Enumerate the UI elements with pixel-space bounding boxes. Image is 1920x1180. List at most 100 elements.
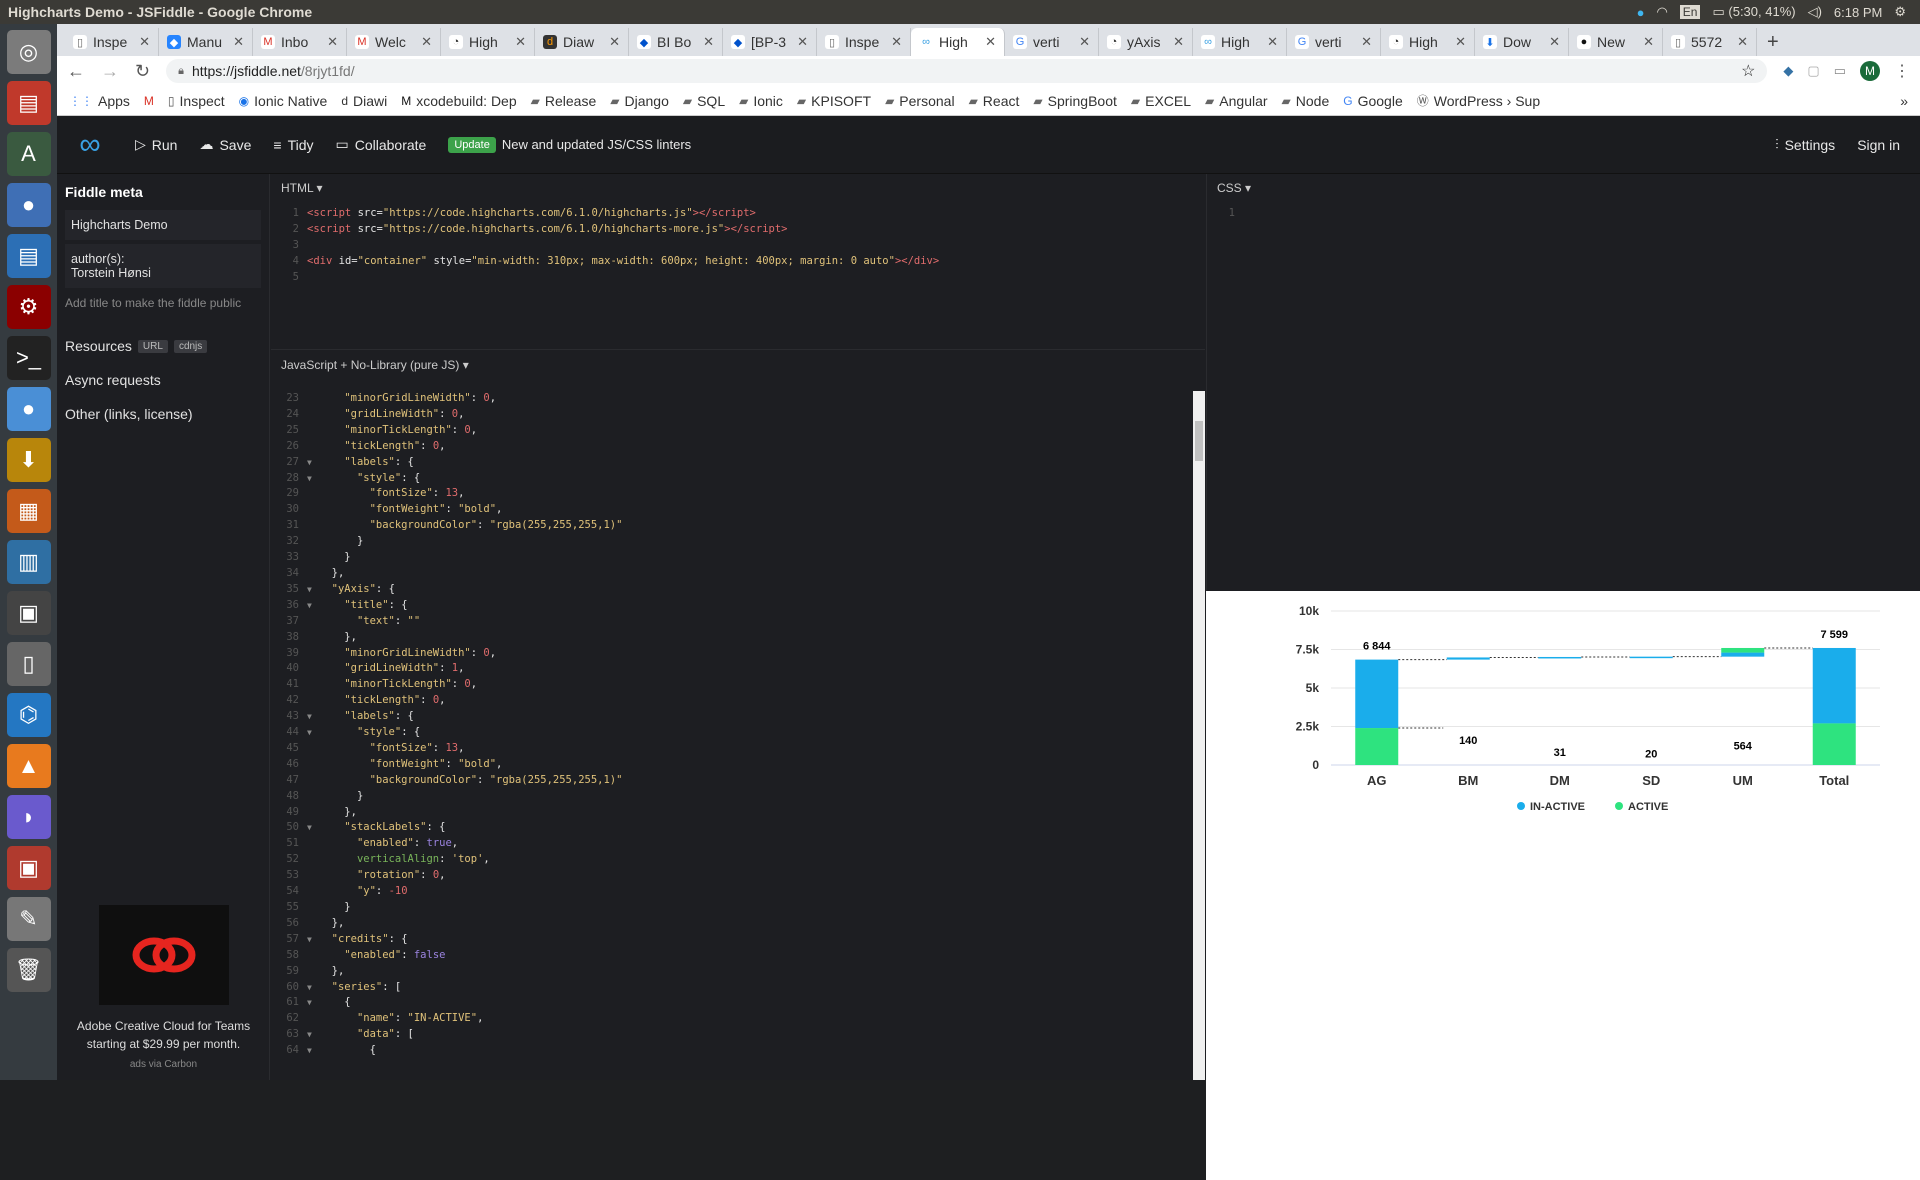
- tab-close-icon[interactable]: ✕: [703, 34, 714, 50]
- usb-creator-icon[interactable]: ▯: [6, 642, 51, 686]
- fold-arrow-icon[interactable]: ▼: [307, 455, 319, 471]
- bookmark-0[interactable]: ⋮⋮ Apps: [69, 93, 130, 109]
- fold-arrow-icon[interactable]: ▼: [307, 995, 319, 1011]
- resources-link[interactable]: Resources URL cdnjs: [65, 338, 261, 354]
- skype-icon[interactable]: ●: [1637, 5, 1645, 20]
- other-links-link[interactable]: Other (links, license): [65, 406, 261, 422]
- fold-arrow-icon[interactable]: [307, 661, 319, 677]
- run-button[interactable]: ▷ Run: [135, 136, 177, 153]
- tab-close-icon[interactable]: ✕: [421, 34, 432, 50]
- signin-button[interactable]: Sign in: [1857, 136, 1900, 153]
- address-bar[interactable]: 🔒︎ https://jsfiddle.net/8rjyt1fd/ ☆: [166, 59, 1768, 83]
- menu-dots-icon[interactable]: ⋮: [1894, 61, 1910, 81]
- cdnjs-chip[interactable]: cdnjs: [173, 339, 208, 353]
- reload-icon[interactable]: ↻: [135, 61, 150, 82]
- screenshot-icon[interactable]: ▣: [6, 591, 51, 635]
- forward-arrow-icon[interactable]: →: [101, 61, 119, 82]
- fold-arrow-icon[interactable]: [307, 423, 319, 439]
- fold-arrow-icon[interactable]: [307, 439, 319, 455]
- battery-status[interactable]: ▭ (5:30, 41%): [1712, 4, 1795, 20]
- tab-11[interactable]: ◔ yAxis ✕: [1099, 28, 1193, 56]
- css-panel[interactable]: CSS ▾ 1: [1206, 174, 1920, 591]
- chrome-icon[interactable]: ●: [6, 183, 51, 227]
- python-extension-icon[interactable]: ◆: [1783, 63, 1793, 79]
- tab-14[interactable]: ◔ High ✕: [1381, 28, 1475, 56]
- bookmark-13[interactable]: ▰ SpringBoot: [1033, 93, 1117, 109]
- tab-close-icon[interactable]: ✕: [609, 34, 620, 50]
- tab-6[interactable]: ◆ BI Bo ✕: [629, 28, 723, 56]
- tab-8[interactable]: ▯ Inspe ✕: [817, 28, 911, 56]
- fold-arrow-icon[interactable]: [307, 518, 319, 534]
- fold-arrow-icon[interactable]: [307, 693, 319, 709]
- bookmark-16[interactable]: ▰ Node: [1282, 93, 1330, 109]
- tab-close-icon[interactable]: ✕: [891, 34, 902, 50]
- fold-arrow-icon[interactable]: [307, 868, 319, 884]
- tab-10[interactable]: Gverti ✕: [1005, 28, 1099, 56]
- html-panel-label[interactable]: HTML ▾: [271, 174, 1205, 202]
- fold-arrow-icon[interactable]: [307, 502, 319, 518]
- tab-close-icon[interactable]: ✕: [327, 34, 338, 50]
- fold-arrow-icon[interactable]: [307, 614, 319, 630]
- tab-9[interactable]: ∞ High ✕: [911, 28, 1005, 56]
- tab-0[interactable]: ▯ Inspe ✕: [65, 28, 159, 56]
- power-gear-icon[interactable]: ⚙: [1894, 4, 1906, 20]
- bookmark-11[interactable]: ▰ Personal: [885, 93, 955, 109]
- fold-arrow-icon[interactable]: [307, 677, 319, 693]
- fold-arrow-icon[interactable]: [307, 900, 319, 916]
- tab-13[interactable]: Gverti ✕: [1287, 28, 1381, 56]
- bookmark-12[interactable]: ▰ React: [969, 93, 1020, 109]
- terminal-icon[interactable]: >_: [6, 336, 51, 380]
- bookmark-10[interactable]: ▰ KPISOFT: [797, 93, 871, 109]
- fold-arrow-icon[interactable]: ▼: [307, 471, 319, 487]
- software-updater-icon[interactable]: A: [6, 132, 51, 176]
- document-viewer-icon[interactable]: ▤: [6, 234, 51, 278]
- fold-arrow-icon[interactable]: ▼: [307, 820, 319, 836]
- remmina-icon[interactable]: ▣: [6, 846, 51, 890]
- jsfiddle-logo-icon[interactable]: ∞: [67, 128, 113, 161]
- fold-arrow-icon[interactable]: [307, 884, 319, 900]
- bookmark-4[interactable]: d Diawi: [341, 93, 387, 109]
- archive-manager-icon[interactable]: ⬇: [6, 438, 51, 482]
- impress-icon[interactable]: ▦: [6, 489, 51, 533]
- fold-arrow-icon[interactable]: ▼: [307, 598, 319, 614]
- extension-icon[interactable]: ▢: [1807, 63, 1819, 79]
- fold-arrow-icon[interactable]: [307, 534, 319, 550]
- vlc-icon[interactable]: ▲: [6, 744, 51, 788]
- tab-close-icon[interactable]: ✕: [1549, 34, 1560, 50]
- dolphin-icon[interactable]: ◗: [6, 795, 51, 839]
- tab-15[interactable]: ⬇ Dow ✕: [1475, 28, 1569, 56]
- css-editor[interactable]: 1: [1207, 202, 1920, 222]
- async-requests-link[interactable]: Async requests: [65, 372, 261, 388]
- bookmark-3[interactable]: ◉ Ionic Native: [239, 93, 328, 109]
- html-editor[interactable]: 1 <script src="https://code.highcharts.co…: [271, 202, 1205, 286]
- tidy-button[interactable]: ≡ Tidy: [273, 137, 313, 153]
- fold-arrow-icon[interactable]: ▼: [307, 980, 319, 996]
- tab-12[interactable]: ∞ High ✕: [1193, 28, 1287, 56]
- fold-arrow-icon[interactable]: [307, 550, 319, 566]
- text-editor-icon[interactable]: ✎: [6, 897, 51, 941]
- tab-close-icon[interactable]: ✕: [1455, 34, 1466, 50]
- bookmark-7[interactable]: ▰ Django: [610, 93, 669, 109]
- fold-arrow-icon[interactable]: [307, 948, 319, 964]
- carbon-ad[interactable]: Adobe Creative Cloud for Teams starting …: [57, 895, 270, 1080]
- files-icon[interactable]: ▤: [6, 81, 51, 125]
- js-editor[interactable]: 23 "minorGridLineWidth": 0, 24 "gridLineW…: [271, 379, 1205, 1079]
- css-panel-label[interactable]: CSS ▾: [1207, 174, 1920, 202]
- legend-item[interactable]: ACTIVE: [1628, 801, 1668, 813]
- wifi-icon[interactable]: ◠: [1656, 4, 1667, 20]
- tab-close-icon[interactable]: ✕: [233, 34, 244, 50]
- tab-4[interactable]: ◔ High ✕: [441, 28, 535, 56]
- ubuntu-dash-icon[interactable]: ◎: [6, 30, 51, 74]
- bookmark-8[interactable]: ▰ SQL: [683, 93, 725, 109]
- fold-arrow-icon[interactable]: [307, 486, 319, 502]
- fold-arrow-icon[interactable]: [307, 964, 319, 980]
- url-chip[interactable]: URL: [137, 339, 168, 353]
- tab-3[interactable]: M Welc ✕: [347, 28, 441, 56]
- profile-avatar[interactable]: M: [1860, 61, 1880, 81]
- legend-item[interactable]: IN-ACTIVE: [1530, 801, 1585, 813]
- settings-icon[interactable]: ⚙: [6, 285, 51, 329]
- mysql-workbench-icon[interactable]: ▥: [6, 540, 51, 584]
- bookmark-2[interactable]: ▯ Inspect: [168, 93, 225, 109]
- fold-arrow-icon[interactable]: [307, 391, 319, 407]
- js-panel-label[interactable]: JavaScript + No-Library (pure JS) ▾: [271, 351, 1205, 379]
